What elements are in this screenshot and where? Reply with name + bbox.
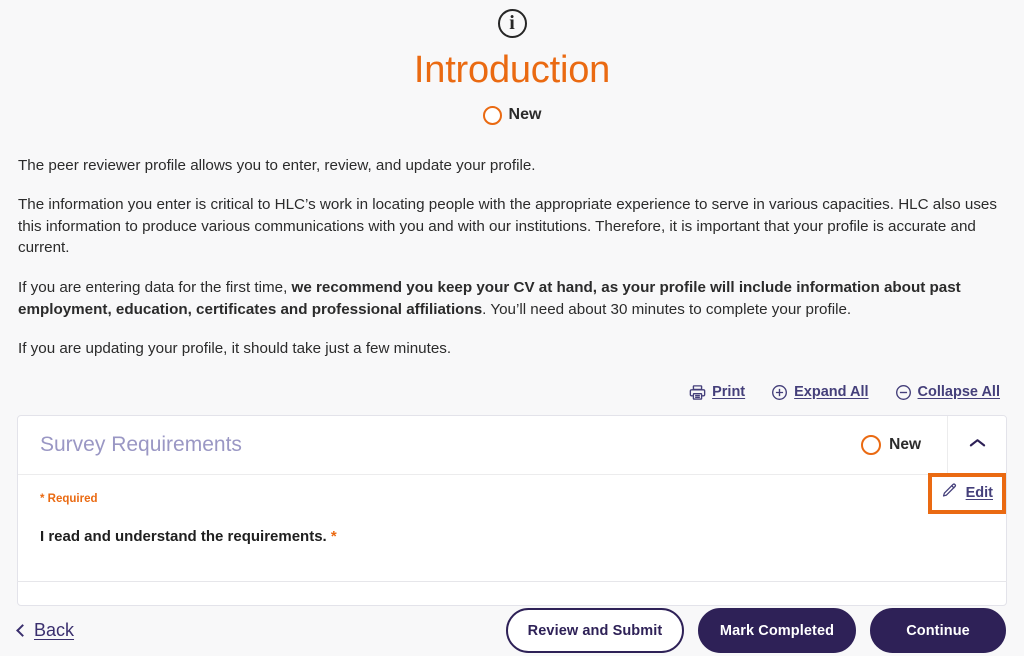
intro-paragraph-3: If you are entering data for the first t… xyxy=(18,277,1006,320)
info-icon-wrapper: i xyxy=(0,5,1024,41)
minus-circle-icon xyxy=(895,384,912,401)
page-title: Introduction xyxy=(413,49,611,91)
footer-actions: Review and Submit Mark Completed Continu… xyxy=(506,608,1006,653)
body-text: If you are updating your profile, it sho… xyxy=(18,340,452,358)
card-status-badge: New xyxy=(861,416,947,474)
back-label: Back xyxy=(34,620,75,640)
body-text: The peer reviewer profile allows you to … xyxy=(18,156,536,174)
card-title: Survey Requirements xyxy=(40,432,242,456)
expand-all-label: Expand All xyxy=(794,384,869,401)
back-button[interactable]: Back xyxy=(16,620,75,641)
requirement-question-text: I read and understand the requirements. xyxy=(40,527,327,545)
chevron-up-icon xyxy=(968,436,987,454)
card-collapse-toggle[interactable] xyxy=(947,415,1006,474)
card-status-label: New xyxy=(889,435,921,453)
page-status-label: New xyxy=(508,106,542,124)
collapse-all-button[interactable]: Collapse All xyxy=(895,384,1000,401)
card-header: Survey Requirements New xyxy=(18,415,1006,475)
card-body: * Required I read and understand the req… xyxy=(18,472,1006,605)
status-circle-icon xyxy=(861,434,882,455)
status-circle-icon xyxy=(482,105,502,125)
body-text: . You’ll need about 30 minutes to comple… xyxy=(482,300,852,318)
print-button[interactable]: Print xyxy=(689,384,745,401)
continue-button[interactable]: Continue xyxy=(870,608,1006,653)
footer-divider xyxy=(17,581,1007,582)
print-label: Print xyxy=(712,384,746,401)
page-footer: Back Review and Submit Mark Completed Co… xyxy=(0,605,1024,656)
intro-paragraph-1: The peer reviewer profile allows you to … xyxy=(18,155,1006,177)
collapse-all-label: Collapse All xyxy=(917,384,1000,401)
info-circle-icon: i xyxy=(497,8,527,38)
body-text: The information you enter is critical to… xyxy=(18,196,997,257)
requirement-question: I read and understand the requirements. … xyxy=(40,528,984,545)
intro-paragraph-2: The information you enter is critical to… xyxy=(18,194,1006,259)
required-note: * Required xyxy=(40,492,98,505)
expand-all-button[interactable]: Expand All xyxy=(771,384,869,401)
chevron-left-icon xyxy=(16,623,29,637)
page-status-badge: New xyxy=(0,105,1024,125)
section-toolbar: Print Expand All Collapse All xyxy=(0,384,1024,401)
review-and-submit-button[interactable]: Review and Submit xyxy=(506,608,684,653)
edit-button[interactable]: Edit xyxy=(927,472,1006,514)
edit-label: Edit xyxy=(965,484,993,501)
survey-requirements-card: Survey Requirements New * Required I rea… xyxy=(17,414,1007,606)
page-header: i Introduction New xyxy=(0,0,1024,125)
required-star: * xyxy=(330,527,337,545)
pencil-icon xyxy=(941,482,958,504)
plus-circle-icon xyxy=(771,384,788,401)
body-text: If you are entering data for the first t… xyxy=(18,279,292,296)
intro-content: The peer reviewer profile allows you to … xyxy=(0,155,1024,360)
intro-paragraph-4: If you are updating your profile, it sho… xyxy=(18,338,1006,360)
printer-icon xyxy=(689,384,706,401)
mark-completed-button[interactable]: Mark Completed xyxy=(698,608,856,653)
